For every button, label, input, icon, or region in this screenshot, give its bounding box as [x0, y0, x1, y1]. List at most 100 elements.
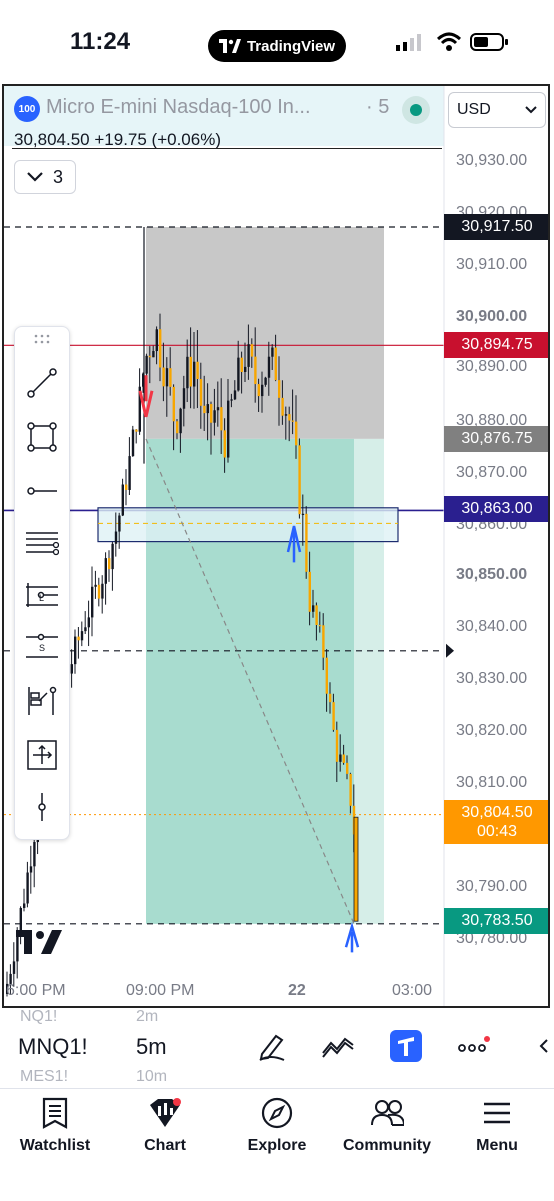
- interval-selector[interactable]: 5m: [136, 1034, 167, 1060]
- tradingview-watermark-icon: [16, 930, 62, 954]
- time-axis-label: 22: [288, 982, 306, 999]
- candle-body: [295, 421, 298, 446]
- tab-chart[interactable]: Chart: [110, 1089, 220, 1169]
- candle-body: [91, 586, 94, 618]
- symbol-selector[interactable]: MNQ1!: [18, 1034, 88, 1060]
- bar-countdown: 00:43: [476, 823, 518, 840]
- candle-body: [189, 356, 192, 387]
- price-axis-label: 30,820.00: [456, 722, 528, 739]
- candle-body: [145, 355, 148, 374]
- symbol-badge: 100: [14, 96, 40, 122]
- drawing-pen-button[interactable]: [254, 1028, 290, 1064]
- candle-body: [70, 664, 73, 674]
- supply-zone-box: [97, 507, 399, 543]
- status-bar: 11:24 TradingView: [0, 0, 554, 84]
- candle-body: [325, 657, 328, 694]
- price-axis-label: 30,850.00: [456, 566, 528, 583]
- measure-icon[interactable]: [24, 737, 60, 773]
- fib-lines-icon[interactable]: [24, 525, 60, 561]
- indicators-toggle-button[interactable]: 3: [14, 160, 76, 194]
- long-position-icon[interactable]: L: [24, 577, 60, 613]
- candle-body: [148, 355, 152, 358]
- price-tag-target: 30,783.50: [444, 908, 548, 934]
- faded-symbol: MES1!: [20, 1068, 69, 1085]
- candle-body: [335, 729, 339, 762]
- pen-icon: [259, 1034, 285, 1061]
- candle-body: [203, 405, 206, 414]
- tradingview-pill: TradingView: [208, 30, 346, 62]
- candle-body: [329, 693, 332, 703]
- candle-body: [267, 356, 271, 378]
- candle-body: [77, 636, 80, 641]
- candle-body: [257, 384, 260, 397]
- candle-body: [332, 702, 335, 730]
- price-axis-label: 30,830.00: [456, 670, 528, 687]
- symbol-title[interactable]: Micro E-mini Nasdaq-100 In...: [46, 96, 311, 119]
- compass-icon: [260, 1095, 294, 1131]
- more-button[interactable]: [456, 1028, 492, 1064]
- trading-panel-button[interactable]: [388, 1028, 424, 1064]
- candle-body: [193, 361, 196, 387]
- time-axis-label: 09:00 PM: [126, 982, 195, 999]
- candle-body: [342, 754, 345, 763]
- candle-body: [216, 407, 220, 411]
- candle-body: [305, 513, 308, 572]
- candle-body: [199, 379, 203, 406]
- candle-body: [206, 404, 209, 414]
- candle-body: [33, 842, 36, 867]
- tab-menu[interactable]: Menu: [442, 1089, 552, 1169]
- indicator-count: 3: [52, 166, 63, 187]
- buy-arrow-icon: [344, 921, 360, 953]
- chevron-down-icon: [27, 172, 43, 182]
- price-axis-label: 30,840.00: [456, 618, 528, 635]
- candle-body: [12, 961, 16, 974]
- price-tag-entry: 30,917.50: [444, 214, 548, 240]
- price-axis-label: 30,870.00: [456, 464, 528, 481]
- candle-body: [162, 367, 165, 387]
- vertical-line-icon[interactable]: [24, 789, 60, 825]
- price-change: 30,804.50 +19.75 (+0.06%): [14, 130, 221, 149]
- candle-body: [264, 377, 267, 385]
- price-axis-label: 30,910.00: [456, 256, 528, 273]
- indicators-button[interactable]: [320, 1028, 356, 1064]
- chevron-left-icon: [539, 1039, 548, 1053]
- candle-body: [223, 430, 226, 458]
- candle-body: [169, 368, 172, 387]
- drawing-toolbar[interactable]: L S: [14, 326, 70, 840]
- price-tag-gray: 30,876.75: [444, 426, 548, 452]
- trend-line-icon[interactable]: [24, 365, 60, 401]
- tab-watchlist[interactable]: Watchlist: [0, 1089, 110, 1169]
- short-position-icon[interactable]: S: [24, 629, 60, 665]
- collapse-button[interactable]: [534, 1028, 554, 1064]
- candle-body: [247, 344, 250, 367]
- price-tag-blue-line: 30,863.00: [444, 496, 548, 522]
- community-icon: [370, 1095, 404, 1131]
- candle-body: [318, 624, 322, 627]
- price-axis-label: 30,890.00: [456, 358, 528, 375]
- tab-community[interactable]: Community: [332, 1089, 442, 1169]
- market-status-icon[interactable]: [402, 96, 430, 124]
- candle-body: [288, 414, 291, 421]
- bottom-tab-bar: Watchlist Chart Explore Community Menu: [0, 1088, 554, 1201]
- faded-symbol: NQ1!: [20, 1008, 58, 1025]
- horizontal-ray-icon[interactable]: [24, 473, 60, 509]
- candle-body: [118, 515, 121, 532]
- tab-explore[interactable]: Explore: [222, 1089, 332, 1169]
- chart-area[interactable]: 100 Micro E-mini Nasdaq-100 In... · 5 30…: [2, 84, 550, 1008]
- candle-body: [346, 762, 349, 774]
- battery-icon: [470, 33, 508, 51]
- candle-body: [84, 627, 87, 632]
- candle-body: [80, 631, 84, 641]
- wifi-icon: [436, 32, 462, 51]
- bar-pattern-icon[interactable]: [24, 683, 60, 719]
- tab-label: Community: [343, 1137, 431, 1154]
- trading-panel-icon: [390, 1030, 422, 1062]
- candle-body: [298, 445, 301, 515]
- price-axis-label: 30,810.00: [456, 774, 528, 791]
- currency-select[interactable]: USD: [448, 92, 546, 128]
- drag-handle-icon[interactable]: [24, 329, 60, 349]
- rectangle-icon[interactable]: [24, 419, 60, 455]
- level-arrow-icon: [446, 643, 454, 658]
- candle-body: [315, 605, 318, 625]
- candle-body: [121, 484, 124, 516]
